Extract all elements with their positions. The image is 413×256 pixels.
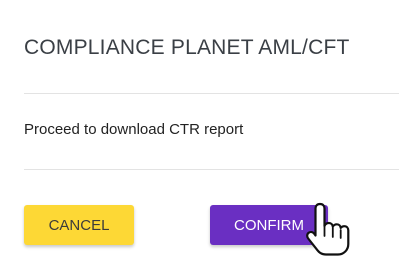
confirm-dialog: COMPLIANCE PLANET AML/CFT Proceed to dow… [0,0,413,256]
dialog-message: Proceed to download CTR report [24,121,244,138]
hand-pointer-icon [306,202,350,256]
cancel-button[interactable]: CANCEL [24,205,134,245]
title-divider [24,93,399,94]
actions-divider [24,169,399,170]
dialog-title: COMPLIANCE PLANET AML/CFT [24,36,350,59]
